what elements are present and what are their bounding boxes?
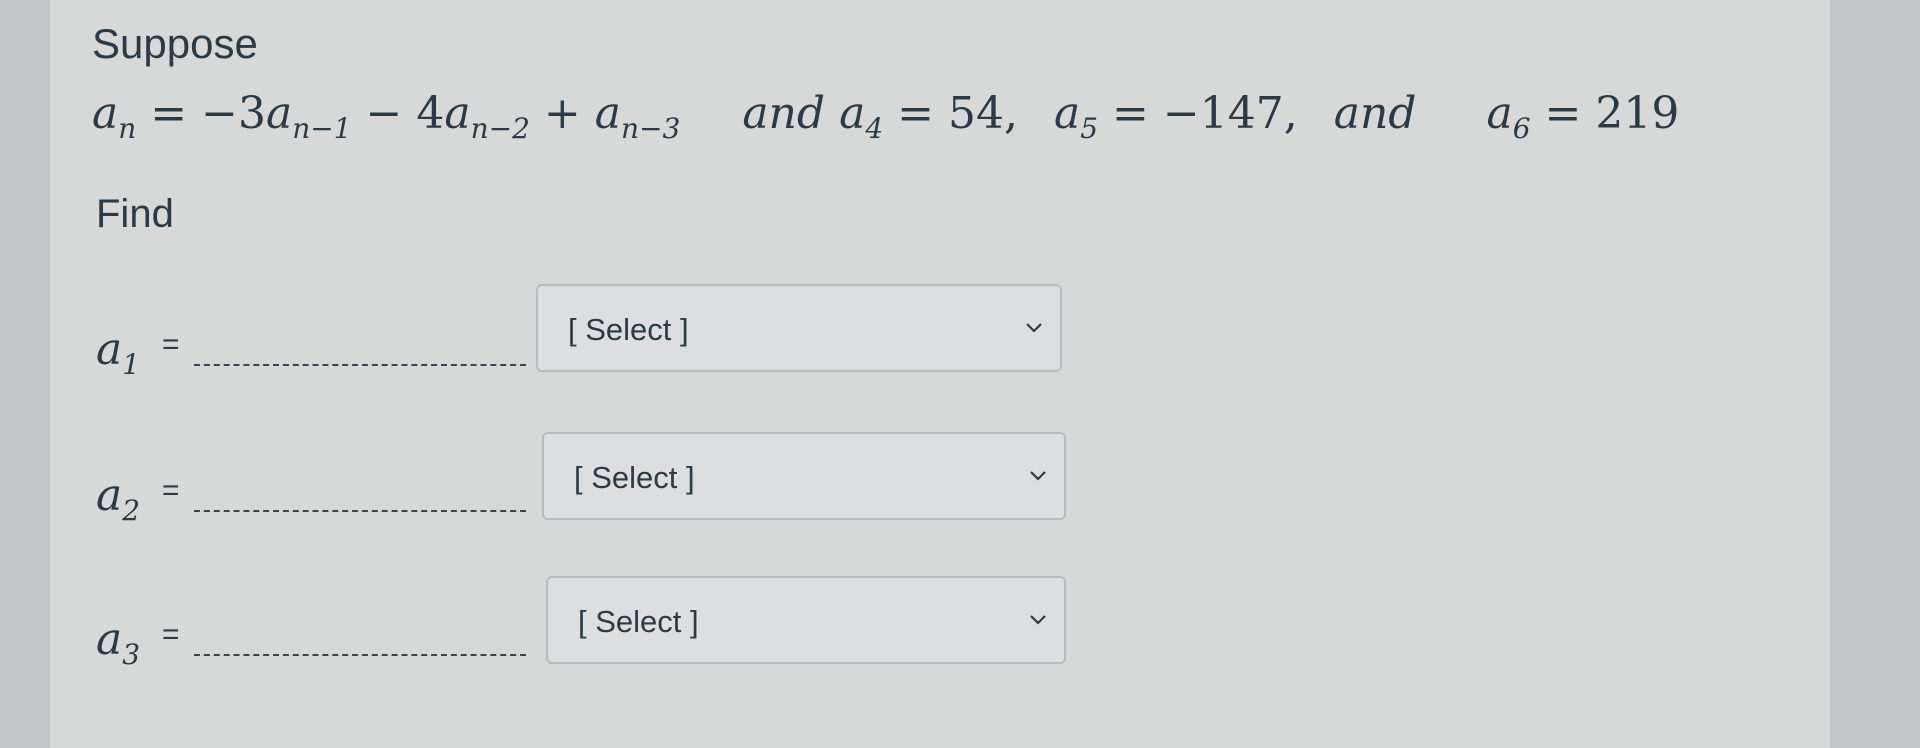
chevron-down-icon <box>1030 471 1046 481</box>
formula-a-n3-sub: n−3 <box>621 112 681 145</box>
formula-a-n2: a <box>444 88 471 139</box>
formula-a-n2-sub: n−2 <box>470 112 530 145</box>
select-value: [ Select ] <box>578 604 699 639</box>
select-value: [ Select ] <box>568 312 689 347</box>
formula-a6-value: = 219 <box>1530 88 1680 139</box>
chevron-down-icon <box>1026 323 1042 333</box>
question-label-a2: a2 <box>96 470 140 527</box>
formula-an-sub: n <box>118 112 137 145</box>
formula-a5-sub: 5 <box>1080 112 1099 145</box>
answer-blank-line <box>194 654 526 656</box>
formula-and-2: and <box>1333 88 1417 139</box>
question-sub: 2 <box>122 494 141 527</box>
formula-a5-value: = −147, <box>1098 88 1298 139</box>
recurrence-formula: an = −3an−1 − 4an−2 + an−3 and a4 = 54, … <box>92 88 1812 145</box>
formula-a4-value: = 54, <box>883 88 1018 139</box>
question-label-a1: a1 <box>96 324 140 381</box>
formula-a-n3: a <box>594 88 622 139</box>
question-var: a <box>96 470 123 521</box>
question-sub: 1 <box>122 348 141 381</box>
intro-text: Suppose <box>92 20 258 67</box>
answer-select-a1[interactable]: [ Select ] <box>536 284 1062 372</box>
formula-an: a <box>92 88 119 139</box>
formula-a-n1-sub: n−1 <box>292 112 352 145</box>
answer-blank-line <box>194 510 526 512</box>
formula-plus: + <box>529 88 595 139</box>
formula-and-1: and <box>742 88 826 139</box>
question-equals: = <box>162 474 180 507</box>
select-value: [ Select ] <box>574 460 695 495</box>
question-equals: = <box>162 618 180 651</box>
formula-eq1: = −3 <box>150 88 266 139</box>
formula-minus: − 4 <box>351 88 445 139</box>
question-equals: = <box>162 328 180 361</box>
formula-a6: a <box>1486 88 1513 139</box>
find-label: Find <box>96 192 174 236</box>
question-label-a3: a3 <box>96 614 140 671</box>
chevron-down-icon <box>1030 615 1046 625</box>
formula-a5: a <box>1053 88 1081 139</box>
formula-a6-sub: 6 <box>1512 112 1531 145</box>
question-sub: 3 <box>122 638 141 671</box>
answer-blank-line <box>194 364 526 366</box>
formula-a-n1: a <box>266 88 293 139</box>
question-var: a <box>96 614 123 665</box>
answer-select-a2[interactable]: [ Select ] <box>542 432 1066 520</box>
answer-select-a3[interactable]: [ Select ] <box>546 576 1066 664</box>
question-var: a <box>96 324 123 375</box>
formula-a4: a <box>839 88 866 139</box>
formula-a4-sub: 4 <box>865 112 884 145</box>
